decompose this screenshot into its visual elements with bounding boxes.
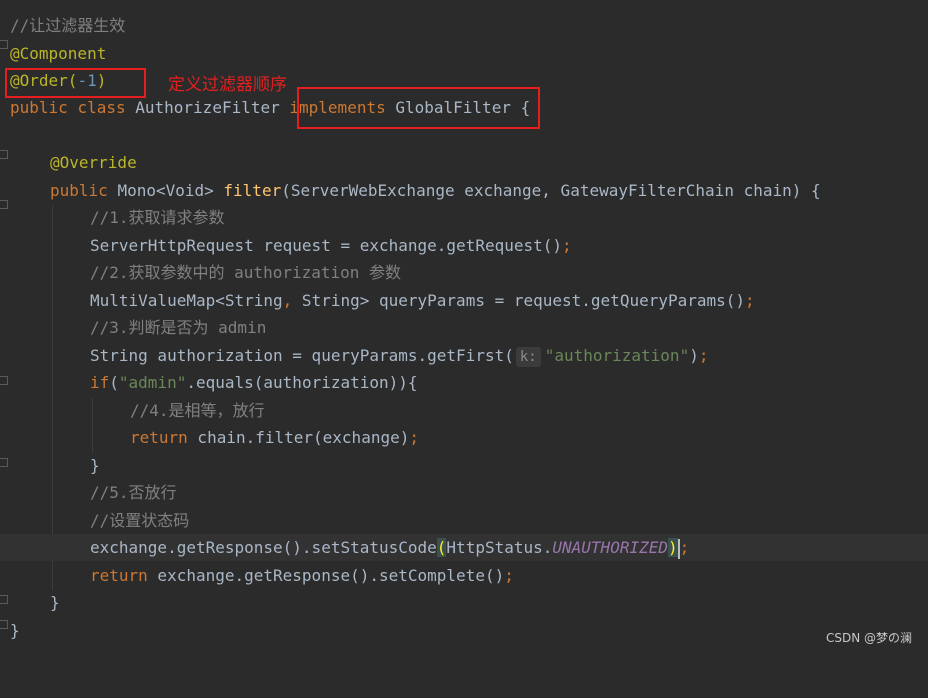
- code-line[interactable]: public Mono<Void> filter(ServerWebExchan…: [0, 177, 928, 204]
- statement: String authorization = queryParams.getFi…: [90, 346, 709, 367]
- comment: //3.判断是否为 admin: [90, 318, 267, 337]
- override-annotation: @Override: [50, 153, 137, 172]
- comment: //设置状态码: [90, 511, 190, 530]
- return-statement: return chain.filter(exchange);: [130, 428, 419, 447]
- implements-highlight-box: [297, 87, 540, 129]
- code-line[interactable]: }: [0, 452, 928, 479]
- closing-brace: }: [10, 621, 20, 640]
- code-line-current[interactable]: exchange.getResponse().setStatusCode(Htt…: [0, 534, 928, 561]
- statement: MultiValueMap<String, String> queryParam…: [90, 291, 755, 310]
- code-line[interactable]: //设置状态码: [0, 507, 928, 534]
- order-callout-label: 定义过滤器顺序: [168, 75, 287, 95]
- code-line[interactable]: ServerHttpRequest request = exchange.get…: [0, 232, 928, 259]
- code-line[interactable]: if("admin".equals(authorization)){: [0, 369, 928, 396]
- comment: //2.获取参数中的 authorization 参数: [90, 263, 402, 282]
- if-statement: if("admin".equals(authorization)){: [90, 373, 418, 392]
- return-statement: return exchange.getResponse().setComplet…: [90, 566, 514, 585]
- code-line[interactable]: return exchange.getResponse().setComplet…: [0, 562, 928, 589]
- code-line[interactable]: //5.否放行: [0, 479, 928, 506]
- comment: //让过滤器生效: [10, 16, 126, 35]
- code-line[interactable]: MultiValueMap<String, String> queryParam…: [0, 287, 928, 314]
- code-line[interactable]: String authorization = queryParams.getFi…: [0, 342, 928, 369]
- code-line[interactable]: //4.是相等，放行: [0, 397, 928, 424]
- closing-brace: }: [50, 593, 60, 612]
- component-annotation: @Component: [10, 44, 107, 63]
- code-line[interactable]: }: [0, 617, 928, 644]
- code-line[interactable]: //3.判断是否为 admin: [0, 314, 928, 341]
- parameter-hint: k:: [515, 347, 541, 367]
- code-line[interactable]: //1.获取请求参数: [0, 204, 928, 231]
- watermark: CSDN @梦の澜: [825, 631, 912, 645]
- closing-brace: }: [90, 456, 100, 475]
- method-signature: public Mono<Void> filter(ServerWebExchan…: [50, 181, 821, 200]
- statement: exchange.getResponse().setStatusCode(Htt…: [90, 538, 690, 559]
- order-highlight-box: [5, 68, 146, 98]
- comment: //1.获取请求参数: [90, 208, 225, 227]
- code-line[interactable]: }: [0, 589, 928, 616]
- comment: //5.否放行: [90, 483, 177, 502]
- code-line[interactable]: //2.获取参数中的 authorization 参数: [0, 259, 928, 286]
- code-line[interactable]: return chain.filter(exchange);: [0, 424, 928, 451]
- code-editor[interactable]: //让过滤器生效 @Component @Order(-1) public cl…: [0, 0, 928, 656]
- statement: ServerHttpRequest request = exchange.get…: [90, 236, 572, 255]
- code-line[interactable]: @Override: [0, 149, 928, 176]
- code-line[interactable]: @Component: [0, 40, 928, 67]
- code-line[interactable]: //让过滤器生效: [0, 12, 928, 39]
- comment: //4.是相等，放行: [130, 401, 265, 420]
